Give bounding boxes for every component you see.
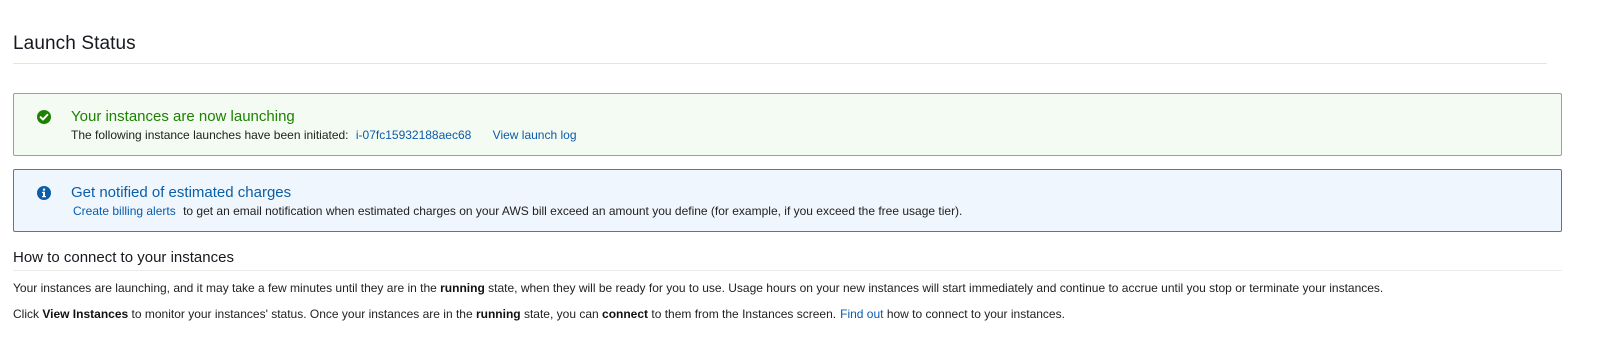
para2-text-4: to them from the Instances screen. xyxy=(648,307,837,321)
view-launch-log-link[interactable]: View launch log xyxy=(493,128,577,142)
create-billing-alerts-link[interactable]: Create billing alerts xyxy=(73,204,176,218)
para2-text-1: Click xyxy=(13,307,43,321)
launching-paragraph: Your instances are launching, and it may… xyxy=(13,281,1383,295)
para1-running-bold: running xyxy=(440,281,485,295)
success-alert-body: The following instance launches have bee… xyxy=(71,128,577,142)
view-instances-paragraph: Click View Instances to monitor your ins… xyxy=(13,307,1065,321)
para2-text-5: how to connect to your instances. xyxy=(883,307,1065,321)
para1-text-after: state, when they will be ready for you t… xyxy=(484,281,1384,295)
para2-view-instances-bold: View Instances xyxy=(42,307,129,321)
section-divider xyxy=(13,270,1562,271)
para2-text-2: to monitor your instances' status. Once … xyxy=(128,307,476,321)
para2-running-bold: running xyxy=(475,307,521,321)
title-divider xyxy=(13,63,1547,64)
instance-id-link[interactable]: i-07fc15932188aec68 xyxy=(356,128,471,142)
launch-status-page: Launch Status Your instances are now lau… xyxy=(0,0,1600,345)
info-circle-icon xyxy=(36,185,52,201)
success-alert-heading: Your instances are now launching xyxy=(71,108,295,125)
launch-success-alert: Your instances are now launching The fol… xyxy=(13,93,1562,156)
info-alert-body: Create billing alerts to get an email no… xyxy=(73,204,962,218)
para1-text-before: Your instances are launching, and it may… xyxy=(13,281,441,295)
billing-info-alert: Get notified of estimated charges Create… xyxy=(13,169,1562,232)
connect-section-heading: How to connect to your instances xyxy=(13,249,234,266)
success-alert-text: The following instance launches have bee… xyxy=(71,128,349,142)
page-title: Launch Status xyxy=(13,33,136,54)
para2-connect-bold: connect xyxy=(602,307,649,321)
para2-text-3: state, you can xyxy=(520,307,603,321)
check-circle-icon xyxy=(36,109,52,125)
info-alert-text: to get an email notification when estima… xyxy=(183,204,963,218)
info-alert-heading: Get notified of estimated charges xyxy=(71,184,292,201)
find-out-link[interactable]: Find out xyxy=(840,307,883,321)
